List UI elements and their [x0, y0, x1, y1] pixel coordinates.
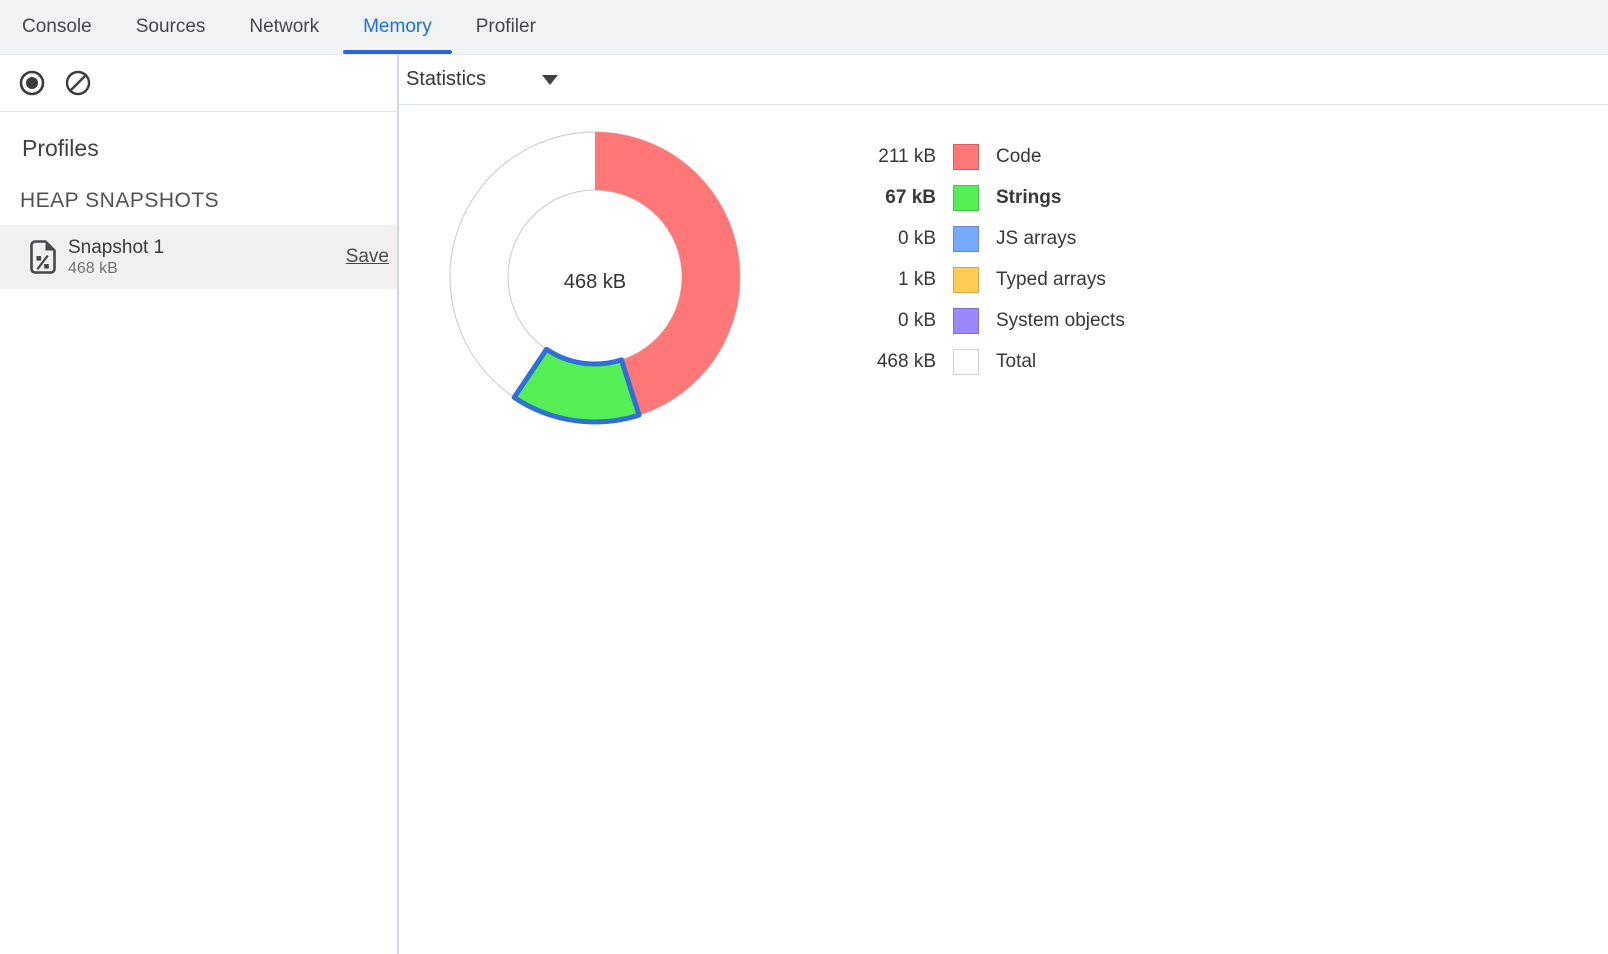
tab-console[interactable]: Console — [0, 0, 114, 54]
record-heap-snapshot-button[interactable] — [16, 67, 48, 99]
legend-label: Total — [996, 351, 1036, 373]
tab-network[interactable]: Network — [227, 0, 341, 54]
legend-swatch-js-arrays — [953, 226, 979, 252]
memory-view-toolbar: Statistics — [399, 55, 1608, 105]
legend-swatch-total — [953, 349, 979, 375]
donut-chart[interactable] — [445, 127, 745, 427]
legend-label: Typed arrays — [996, 269, 1106, 291]
save-snapshot-link[interactable]: Save — [346, 246, 389, 268]
perspective-dropdown-label: Statistics — [406, 68, 486, 91]
legend-value: 468 kB — [860, 351, 936, 373]
perspective-dropdown[interactable]: Statistics — [406, 68, 558, 91]
legend-row-typed-arrays: 1 kB Typed arrays — [860, 259, 1125, 300]
legend-swatch-typed-arrays — [953, 267, 979, 293]
legend-swatch-system-objects — [953, 308, 979, 334]
tab-memory[interactable]: Memory — [341, 0, 454, 54]
snapshot-size: 468 kB — [68, 259, 164, 278]
profiles-sidebar: Profiles HEAP SNAPSHOTS Snapshot 1 468 k… — [0, 112, 397, 954]
legend-label: System objects — [996, 310, 1125, 332]
legend-label: Strings — [996, 187, 1061, 209]
legend-row-js-arrays: 0 kB JS arrays — [860, 218, 1125, 259]
chevron-down-icon — [542, 75, 558, 85]
record-icon — [18, 69, 46, 97]
legend-value: 0 kB — [860, 310, 936, 332]
legend-label: Code — [996, 146, 1041, 168]
no-entry-icon — [64, 69, 92, 97]
tab-profiler[interactable]: Profiler — [454, 0, 558, 54]
legend-value: 0 kB — [860, 228, 936, 250]
legend-value: 67 kB — [860, 187, 936, 209]
legend-swatch-code — [953, 144, 979, 170]
legend-row-system-objects: 0 kB System objects — [860, 300, 1125, 341]
clear-profiles-button[interactable] — [62, 67, 94, 99]
profiles-toolbar — [0, 55, 397, 112]
tab-sources[interactable]: Sources — [114, 0, 228, 54]
heap-snapshot-file-icon — [30, 240, 56, 274]
legend-value: 1 kB — [860, 269, 936, 291]
donut-outline — [508, 190, 682, 364]
heap-snapshots-section-heading: HEAP SNAPSHOTS — [20, 188, 397, 214]
pie-slice-strings[interactable] — [514, 349, 639, 422]
chart-legend: 211 kB Code 67 kB Strings 0 kB JS arrays… — [860, 136, 1125, 382]
statistics-pane: 468 kB 211 kB Code 67 kB Strings 0 kB JS… — [399, 105, 1608, 954]
legend-row-total: 468 kB Total — [860, 341, 1125, 382]
legend-value: 211 kB — [860, 146, 936, 168]
legend-label: JS arrays — [996, 228, 1076, 250]
snapshot-title: Snapshot 1 — [68, 236, 164, 259]
profiles-heading: Profiles — [22, 134, 397, 162]
sidebar-item-snapshot-1[interactable]: Snapshot 1 468 kB Save — [0, 225, 397, 289]
legend-swatch-strings — [953, 185, 979, 211]
legend-row-code: 211 kB Code — [860, 136, 1125, 177]
legend-row-strings: 67 kB Strings — [860, 177, 1125, 218]
devtools-tab-bar: Console Sources Network Memory Profiler — [0, 0, 1608, 55]
